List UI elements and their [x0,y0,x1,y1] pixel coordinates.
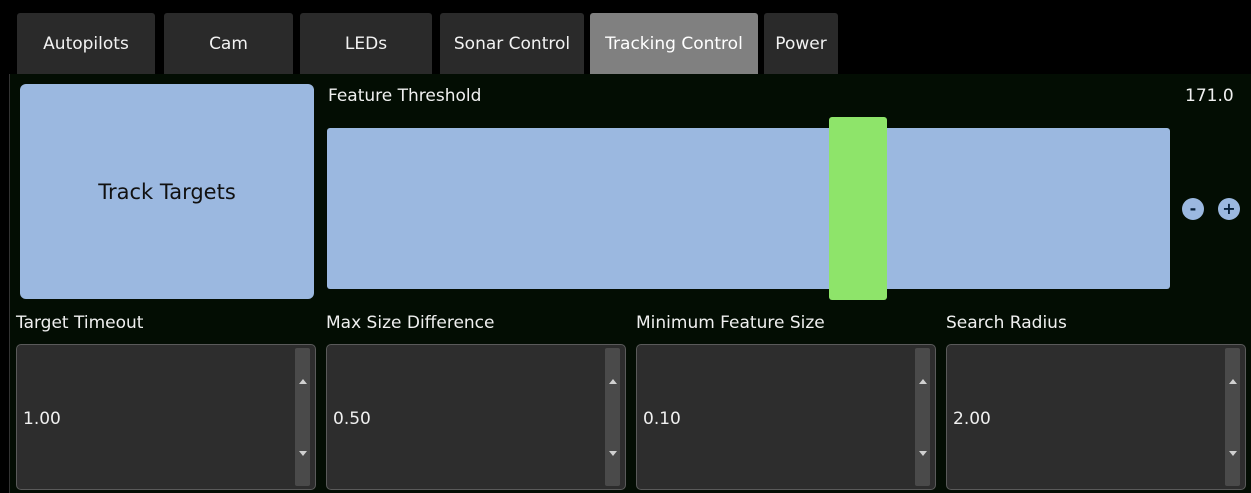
minimum-feature-size-value[interactable]: 0.10 [643,409,681,429]
spin-up-button[interactable] [605,348,620,414]
spin-arrows [915,348,930,486]
tab-cam[interactable]: Cam [164,13,293,74]
down-arrow-icon [1228,450,1237,456]
spin-down-button[interactable] [915,420,930,486]
feature-threshold-label: Feature Threshold [328,86,482,106]
minimum-feature-size-label: Minimum Feature Size [636,313,825,333]
up-arrow-icon [298,378,307,384]
minimum-feature-size-spinbox[interactable]: 0.10 [636,344,936,490]
decrease-button[interactable]: - [1182,198,1204,220]
spin-up-button[interactable] [1225,348,1240,414]
spin-arrows [605,348,620,486]
target-timeout-spinbox[interactable]: 1.00 [16,344,316,490]
feature-threshold-slider[interactable] [327,128,1170,289]
tab-autopilots[interactable]: Autopilots [17,13,155,74]
spin-down-button[interactable] [605,420,620,486]
tab-power[interactable]: Power [764,13,838,74]
tab-leds[interactable]: LEDs [300,13,432,74]
slider-handle[interactable] [829,117,887,300]
spin-up-button[interactable] [295,348,310,414]
track-targets-button[interactable]: Track Targets [20,84,314,299]
down-arrow-icon [298,450,307,456]
search-radius-value[interactable]: 2.00 [953,409,991,429]
spin-down-button[interactable] [1225,420,1240,486]
down-arrow-icon [608,450,617,456]
down-arrow-icon [918,450,927,456]
max-size-difference-label: Max Size Difference [326,313,495,333]
spin-arrows [1225,348,1240,486]
tab-tracking-control[interactable]: Tracking Control [590,13,758,74]
spin-arrows [295,348,310,486]
feature-threshold-value: 171.0 [1185,86,1234,106]
target-timeout-value[interactable]: 1.00 [23,409,61,429]
up-arrow-icon [1228,378,1237,384]
tab-sonar-control[interactable]: Sonar Control [440,13,584,74]
max-size-difference-value[interactable]: 0.50 [333,409,371,429]
increase-button[interactable]: + [1218,198,1240,220]
spin-up-button[interactable] [915,348,930,414]
target-timeout-label: Target Timeout [16,313,144,333]
up-arrow-icon [608,378,617,384]
up-arrow-icon [918,378,927,384]
search-radius-spinbox[interactable]: 2.00 [946,344,1246,490]
max-size-difference-spinbox[interactable]: 0.50 [326,344,626,490]
search-radius-label: Search Radius [946,313,1067,333]
spin-down-button[interactable] [295,420,310,486]
